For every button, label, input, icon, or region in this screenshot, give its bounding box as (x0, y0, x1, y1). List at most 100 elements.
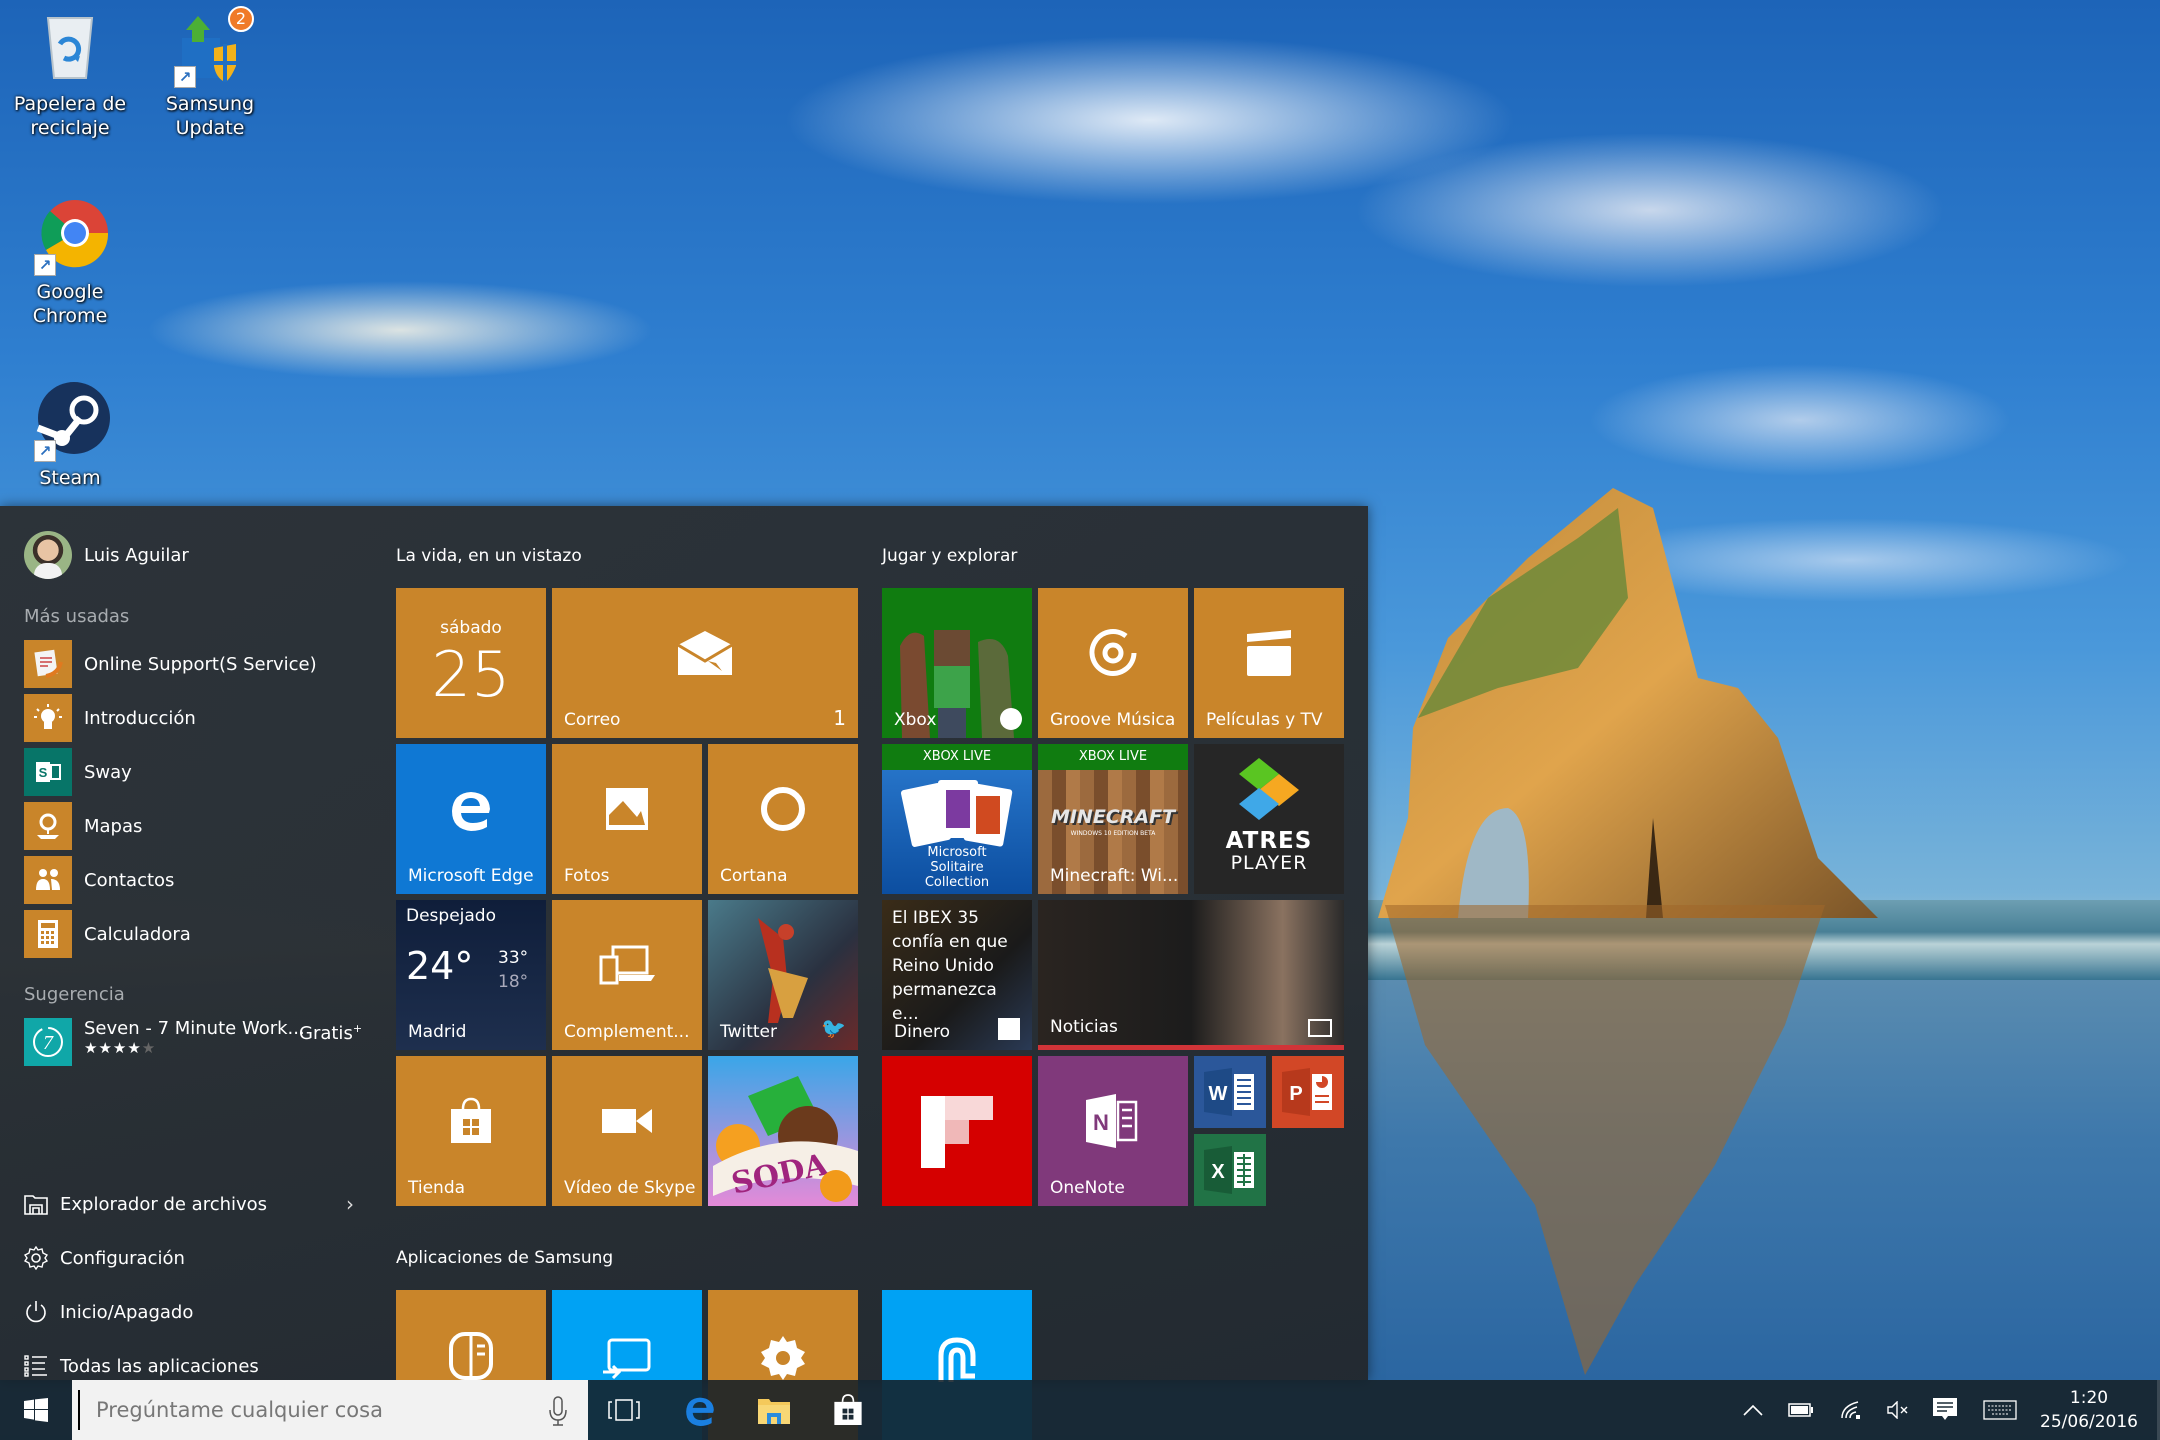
tile-word[interactable]: W (1194, 1056, 1266, 1128)
tile-phone-companion[interactable]: Complement... (552, 900, 702, 1050)
tile-photos[interactable]: Fotos (552, 744, 702, 894)
minecraft-logo: MINECRAFT (1050, 806, 1176, 828)
desktop-icon-recycle-bin[interactable]: Papelera de reciclaje (0, 8, 140, 140)
desktop-icon-label: Samsung Update (165, 93, 255, 139)
battery-icon (1788, 1403, 1813, 1417)
chevron-up-icon (1743, 1404, 1763, 1416)
microphone-icon[interactable] (548, 1396, 568, 1426)
tile-weather[interactable]: Despejado 24° 33° 18° Madrid (396, 900, 546, 1050)
notifications-icon (1933, 1398, 1957, 1420)
network-button[interactable] (1836, 1396, 1866, 1424)
power-button[interactable]: Inicio/Apagado (24, 1292, 354, 1332)
action-center-button[interactable] (1930, 1396, 1960, 1424)
flipboard-logo-icon (921, 1096, 993, 1168)
twitter-bird-icon: 🐦 (821, 1016, 846, 1040)
tile-candy-crush-soda[interactable]: SODA (708, 1056, 858, 1206)
tile-news[interactable]: Noticias (1038, 900, 1344, 1050)
tile-xbox[interactable]: Xbox (882, 588, 1032, 738)
tile-minecraft[interactable]: XBOX LIVE MINECRAFT WINDOWS 10 EDITION B… (1038, 744, 1188, 894)
twitter-live-image (758, 918, 808, 1023)
edge-icon (686, 1397, 714, 1426)
video-camera-icon (552, 1056, 702, 1186)
tile-twitter[interactable]: Twitter 🐦 (708, 900, 858, 1050)
tile-atresplayer[interactable]: ATRES PLAYER (1194, 744, 1344, 894)
minecraft-edition: WINDOWS 10 EDITION BETA (1070, 830, 1156, 837)
file-explorer-button[interactable]: Explorador de archivos › (24, 1184, 354, 1224)
solitaire-title: Microsoft Solitaire Collection (924, 845, 990, 890)
wifi-icon (1841, 1401, 1860, 1419)
clock-date: 25/06/2016 (2040, 1412, 2138, 1432)
tile-powerpoint[interactable]: P (1272, 1056, 1344, 1128)
app-online-support[interactable]: Online Support(S Service) (24, 640, 364, 688)
group-title-life[interactable]: La vida, en un vistazo (396, 546, 582, 566)
calendar-day-number: 25 (431, 638, 511, 711)
desktop-icon-steam[interactable]: ↗ Steam (0, 382, 140, 490)
app-mapas[interactable]: Mapas (24, 802, 364, 850)
settings-button[interactable]: Configuración (24, 1238, 354, 1278)
group-title-samsung[interactable]: Aplicaciones de Samsung (396, 1248, 613, 1268)
groove-icon (1038, 588, 1188, 718)
playing-cards-image (900, 780, 1013, 847)
clock-time: 1:20 (2069, 1388, 2109, 1408)
shortcut-arrow-icon: ↗ (174, 66, 196, 88)
tile-excel[interactable]: X (1194, 1134, 1266, 1206)
group-title-play[interactable]: Jugar y explorar (882, 546, 1017, 566)
show-hidden-icons-button[interactable] (1740, 1396, 1766, 1424)
app-contactos[interactable]: Contactos (24, 856, 364, 904)
tile-skype-video[interactable]: Vídeo de Skype (552, 1056, 702, 1206)
power-icon (24, 1300, 48, 1324)
taskbar-store-button[interactable] (812, 1380, 884, 1440)
app-introduccion[interactable]: Introducción (24, 694, 364, 742)
lightbulb-icon (24, 694, 72, 742)
tile-edge[interactable]: Microsoft Edge (396, 744, 546, 894)
task-view-button[interactable] (588, 1380, 660, 1440)
tile-solitaire[interactable]: XBOX LIVE Microsoft Solitaire Collection (882, 744, 1032, 894)
app-calculadora[interactable]: Calculadora (24, 910, 364, 958)
desktop-icon-samsung-update[interactable]: 2 ↗ Samsung Update (140, 6, 280, 140)
gear-icon (24, 1246, 48, 1270)
suggested-app-seven[interactable]: 7 Seven - 7 Minute Work... ★★★★★ Gratis+ (24, 1018, 364, 1066)
tile-flipboard[interactable] (882, 1056, 1032, 1206)
mail-unread-count: 1 (833, 706, 846, 730)
shortcut-arrow-icon: ↗ (34, 254, 56, 276)
suggestion-label: Sugerencia (24, 984, 125, 1005)
onenote-icon: N (1038, 1056, 1188, 1186)
app-sway[interactable]: S Sway (24, 748, 364, 796)
tile-groove-music[interactable]: Groove Música (1038, 588, 1188, 738)
shortcut-arrow-icon: ↗ (34, 440, 56, 462)
tile-onenote[interactable]: N OneNote (1038, 1056, 1188, 1206)
desktop-icon-chrome[interactable]: ↗ Google Chrome (0, 196, 140, 328)
tile-store[interactable]: Tienda (396, 1056, 546, 1206)
weather-city: Madrid (408, 1022, 467, 1042)
tile-movies-tv[interactable]: Películas y TV (1194, 588, 1344, 738)
suggested-app-price: Gratis+ (299, 1022, 363, 1044)
taskbar: 1:20 25/06/2016 (0, 1380, 2160, 1440)
user-name: Luis Aguilar (84, 544, 189, 566)
chevron-right-icon[interactable]: › (346, 1192, 354, 1216)
battery-button[interactable] (1786, 1396, 1816, 1424)
tile-money[interactable]: El IBEX 35 confía en que Reino Unido per… (882, 900, 1032, 1050)
touch-keyboard-button[interactable] (1980, 1396, 2020, 1424)
tile-calendar[interactable]: sábado 25 (396, 588, 546, 738)
tile-cortana[interactable]: Cortana (708, 744, 858, 894)
mail-icon (552, 588, 858, 718)
desktop-icon-label: Papelera de reciclaje (13, 93, 127, 139)
svg-text:W: W (1209, 1083, 1228, 1105)
volume-button[interactable] (1884, 1396, 1914, 1424)
file-explorer-icon (758, 1399, 790, 1424)
taskbar-file-explorer-button[interactable] (738, 1380, 810, 1440)
screen-share-icon (603, 1338, 651, 1380)
clock-button[interactable]: 1:20 25/06/2016 (2040, 1386, 2138, 1434)
user-account-button[interactable]: Luis Aguilar (24, 531, 189, 579)
search-input[interactable] (78, 1390, 518, 1430)
calendar-day-name: sábado (440, 618, 502, 638)
start-button[interactable] (0, 1380, 72, 1440)
wallpaper-rock (1378, 488, 1878, 918)
taskbar-edge-button[interactable] (664, 1380, 736, 1440)
clapperboard-icon (1194, 588, 1344, 718)
cortana-search-box[interactable] (72, 1380, 588, 1440)
svg-text:S: S (39, 765, 48, 780)
rating-stars: ★★★★★ (84, 1039, 157, 1057)
xbox-live-banner: XBOX LIVE (882, 744, 1032, 770)
tile-mail[interactable]: Correo 1 (552, 588, 858, 738)
